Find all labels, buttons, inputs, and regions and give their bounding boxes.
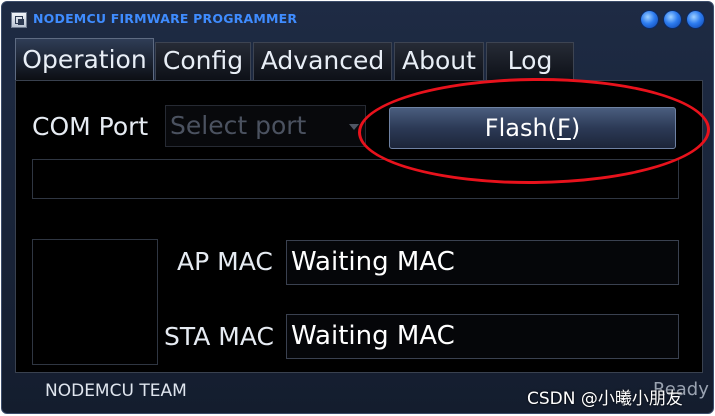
close-button[interactable]: [687, 11, 704, 28]
tab-log[interactable]: Log: [486, 42, 574, 80]
sta-mac-label: STA MAC: [164, 322, 274, 351]
app-icon: [11, 12, 27, 28]
maximize-button[interactable]: [664, 11, 681, 28]
title-bar[interactable]: NODEMCU FIRMWARE PROGRAMMER: [2, 2, 713, 36]
minimize-button[interactable]: [641, 11, 658, 28]
ap-mac-label: AP MAC: [177, 247, 273, 276]
port-select[interactable]: Select port: [165, 105, 366, 147]
qr-code-box: [32, 239, 158, 365]
window-title: NODEMCU FIRMWARE PROGRAMMER: [33, 11, 298, 26]
ap-mac-field: Waiting MAC: [286, 240, 679, 285]
com-port-label: COM Port: [32, 112, 149, 141]
app-window: NODEMCU FIRMWARE PROGRAMMER Operation Co…: [1, 1, 714, 414]
watermark: CSDN @小曦小朋友: [527, 389, 683, 409]
tab-advanced[interactable]: Advanced: [253, 42, 392, 80]
port-select-placeholder: Select port: [170, 111, 307, 140]
tab-about[interactable]: About: [394, 42, 484, 80]
tab-config[interactable]: Config: [155, 42, 251, 80]
sta-mac-field: Waiting MAC: [286, 314, 679, 359]
tab-operation[interactable]: Operation: [15, 38, 154, 81]
team-label: NODEMCU TEAM: [45, 381, 187, 401]
